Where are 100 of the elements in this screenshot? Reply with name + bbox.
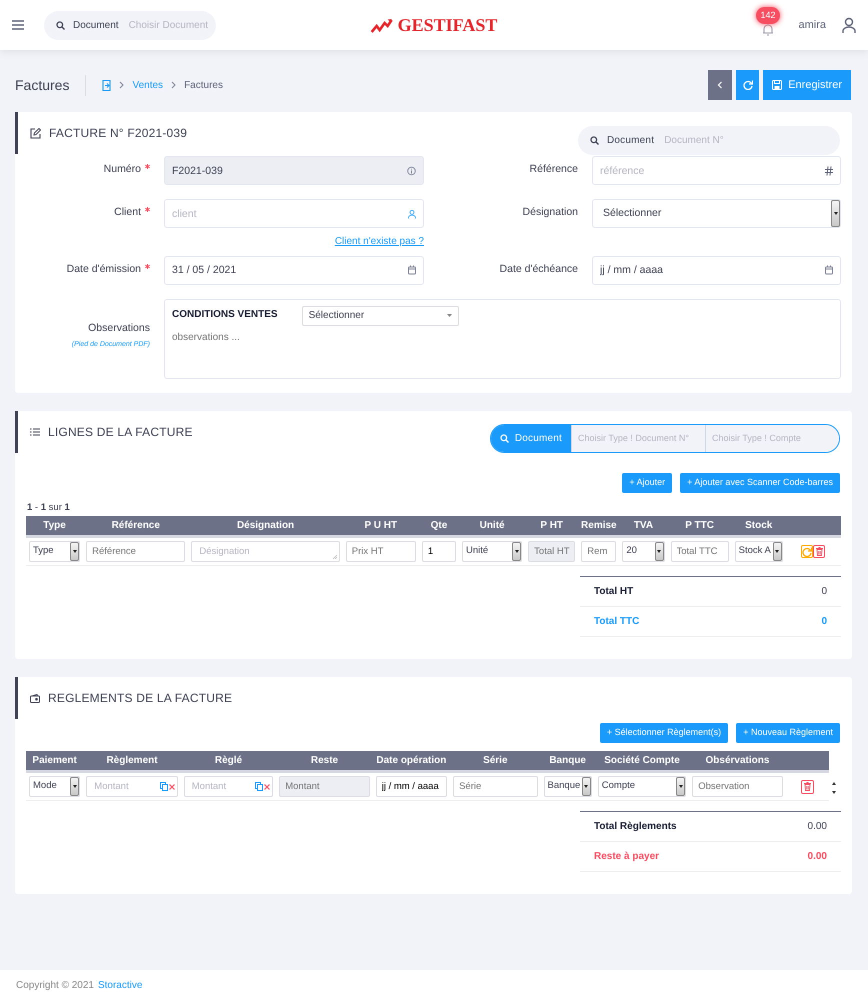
observations-field[interactable]: CONDITIONS VENTES Sélectionner observations ... xyxy=(164,298,841,378)
column-header: Société Compte xyxy=(604,755,680,766)
field-label: Référence xyxy=(530,162,578,177)
field-label: Désignation xyxy=(522,205,578,220)
total-label: Total TTC xyxy=(594,615,640,629)
caret-icon xyxy=(446,314,452,317)
input-field[interactable]: Prix HT xyxy=(346,541,416,562)
amount-field[interactable]: Montant xyxy=(86,776,178,797)
field-label: Date d'émission xyxy=(66,262,141,276)
resize-grip-icon xyxy=(332,555,337,559)
column-header: Qte xyxy=(430,520,448,531)
chevron-icon xyxy=(171,81,176,89)
calendar-icon xyxy=(408,266,416,274)
field-label: Observations xyxy=(88,320,150,336)
date-field[interactable]: jj / mm / aaaa xyxy=(592,256,841,284)
back-button[interactable] xyxy=(708,70,732,100)
document-search-field[interactable]: Document Document N° xyxy=(578,126,840,154)
select-field[interactable]: Unité xyxy=(462,541,522,562)
card-title: FACTURE N° F2021-039 xyxy=(49,125,188,142)
input-field[interactable]: Total TTC xyxy=(670,541,729,562)
search-icon xyxy=(56,20,65,30)
column-header: Unité xyxy=(480,520,505,531)
column-header: Désignation xyxy=(236,520,294,531)
client-field[interactable]: client xyxy=(164,199,424,228)
conditions-select[interactable]: Sélectionner xyxy=(302,306,459,326)
home-link[interactable] xyxy=(102,80,112,90)
date-field[interactable]: 31 / 05 / 2021 xyxy=(164,256,424,284)
column-header: Règlement xyxy=(106,755,158,766)
bell-icon xyxy=(762,22,774,36)
total-value: 0.00 xyxy=(808,820,827,834)
column-header: Remise xyxy=(581,520,617,531)
clear-icon xyxy=(168,784,175,790)
info-icon xyxy=(407,166,416,175)
logo-chart-icon xyxy=(370,18,393,32)
input-field[interactable]: 1 xyxy=(422,541,456,562)
list-icon xyxy=(30,428,40,436)
select-field[interactable]: Type xyxy=(29,541,80,562)
input-field[interactable]: Référence xyxy=(86,541,186,562)
caret-icon xyxy=(772,542,782,561)
column-header: Règlé xyxy=(214,755,242,766)
select-field[interactable]: Stock A xyxy=(734,541,783,562)
search-field[interactable]: Document Choisir Document xyxy=(44,10,216,40)
select-field[interactable]: Mode xyxy=(29,776,80,797)
column-header: Date opération xyxy=(376,755,446,766)
hash-icon xyxy=(825,166,833,175)
edit-icon xyxy=(30,128,41,138)
field-label: Numéro xyxy=(104,162,141,177)
card-title: LIGNES DE LA FACTURE xyxy=(48,424,193,440)
reference-field[interactable]: référence xyxy=(592,156,841,185)
total-label: Total Règlements xyxy=(594,820,677,834)
breadcrumb-current: Factures xyxy=(184,78,223,92)
amount-field[interactable]: Montant xyxy=(184,776,274,797)
refresh-button[interactable] xyxy=(736,70,760,100)
refresh-icon xyxy=(802,546,812,556)
input-field[interactable]: jj / mm / aaaa xyxy=(376,776,448,797)
user-icon xyxy=(408,209,416,218)
chevron-icon xyxy=(119,81,124,89)
trash-icon xyxy=(804,782,811,791)
column-header: Stock xyxy=(745,520,772,531)
menu-icon xyxy=(12,20,24,30)
total-value: 0 xyxy=(821,615,827,629)
select-field[interactable]: Compte xyxy=(598,776,686,797)
select-field[interactable]: Banque xyxy=(544,776,592,797)
caret-icon xyxy=(831,200,840,227)
column-header: Série xyxy=(483,755,508,766)
select-field[interactable]: Sélectionner xyxy=(592,199,841,228)
delete-button[interactable] xyxy=(813,545,826,558)
column-header: TVA xyxy=(634,520,654,531)
column-header: Banque xyxy=(549,755,586,766)
refresh-button[interactable] xyxy=(801,545,814,558)
notification-count: 142 xyxy=(756,6,780,24)
select-field[interactable]: 20 xyxy=(622,541,664,562)
textarea-field[interactable]: Désignation xyxy=(191,541,340,562)
input-field[interactable]: Série xyxy=(453,776,538,797)
input-field[interactable]: Rem xyxy=(581,541,616,562)
conditions-label: CONDITIONS VENTES xyxy=(172,308,278,322)
clear-icon xyxy=(264,784,270,790)
column-header: Reste xyxy=(310,755,338,766)
total-value: 0.00 xyxy=(808,850,827,864)
delete-button[interactable] xyxy=(800,780,814,794)
copy-icon xyxy=(255,782,264,791)
caret-icon xyxy=(512,542,522,561)
logo: GESTIFAST xyxy=(370,12,498,39)
calendar-icon xyxy=(825,266,833,274)
user-button[interactable] xyxy=(842,17,856,33)
search-input[interactable]: Choisir Type ! Compte xyxy=(705,425,839,452)
back-icon xyxy=(717,81,724,89)
search-input[interactable]: Document N° xyxy=(662,132,762,148)
column-header: P U HT xyxy=(364,520,398,531)
field-label: Date d'échéance xyxy=(500,262,578,276)
column-header: P HT xyxy=(540,520,564,531)
refresh-icon xyxy=(742,80,753,90)
input-field[interactable]: Observation xyxy=(692,776,783,797)
column-header: P TTC xyxy=(685,520,714,531)
column-header: Paiement xyxy=(32,755,77,766)
caret-icon xyxy=(70,542,80,561)
caret-icon xyxy=(676,777,686,796)
trash-icon xyxy=(816,547,823,556)
wallet-icon xyxy=(30,694,40,702)
search-input[interactable]: Choisir Type ! Document N° xyxy=(571,425,705,452)
